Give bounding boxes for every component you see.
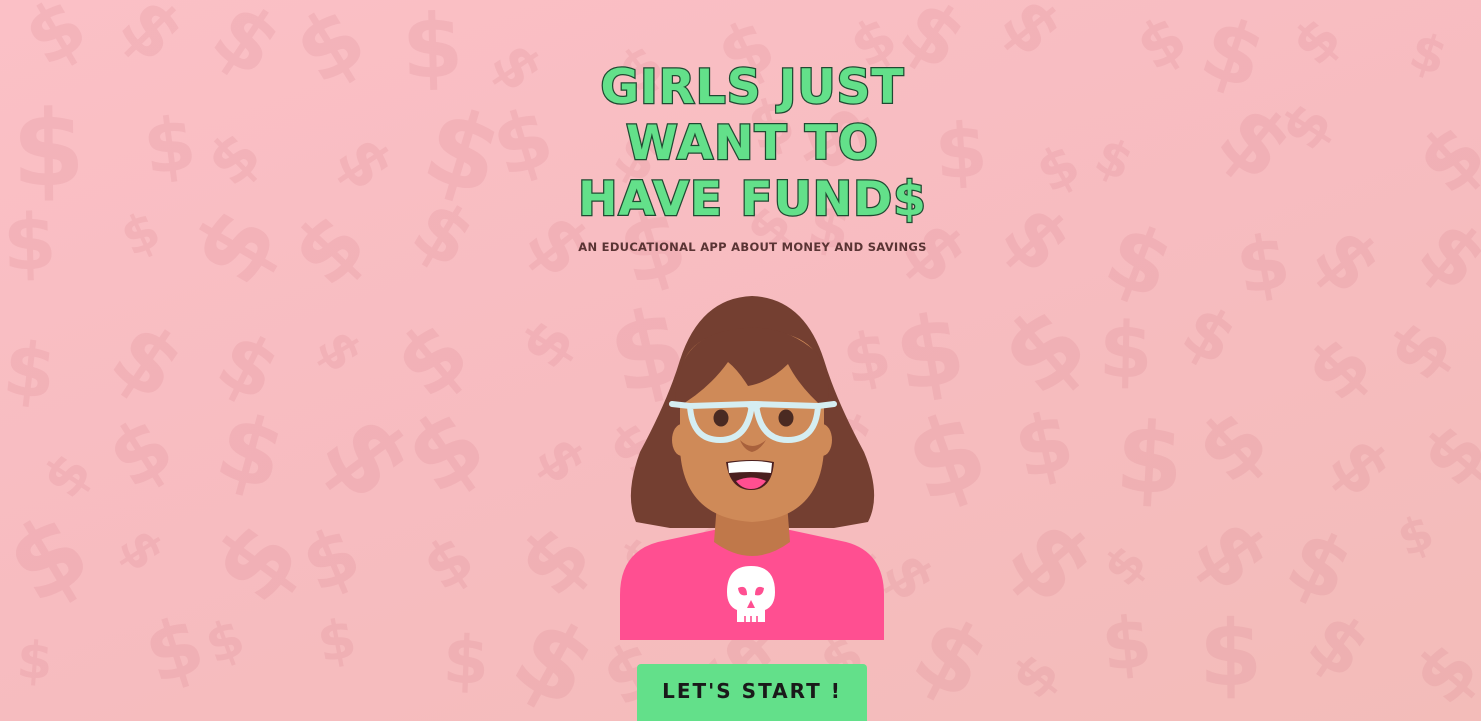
left-eye [713,409,729,427]
dollar-sign-icon: $ [277,0,383,105]
dollar-sign-icon: $ [10,0,102,85]
dollar-sign-icon: $ [999,641,1073,711]
dollar-sign-icon: $ [1190,0,1277,109]
dollar-sign-icon: $ [304,320,374,382]
girl-avatar-illustration [620,296,884,640]
dollar-sign-icon: $ [299,393,437,521]
dollar-sign-icon: $ [495,593,614,721]
dollar-sign-icon: $ [1112,400,1187,518]
dollar-sign-icon: $ [1174,502,1290,609]
page-title: GIRLS JUST WANT TO HAVE FUND$ [540,59,965,229]
dollar-sign-icon: $ [869,542,949,612]
dollar-sign-icon: $ [1370,305,1469,395]
title-line-1: GIRLS JUST [599,59,905,117]
dollar-sign-icon: $ [1229,216,1297,313]
title-line-3: HAVE FUND$ [577,171,927,229]
dollar-sign-icon: $ [195,0,298,96]
dollar-sign-icon: $ [886,291,973,415]
dollar-sign-icon: $ [984,187,1090,291]
dollar-sign-icon: $ [1198,601,1263,707]
dollar-sign-icon: $ [0,489,109,627]
dollar-sign-icon: $ [112,200,170,269]
title-line-2: WANT TO [625,115,879,173]
dollar-sign-icon: $ [106,519,175,582]
dollar-sign-icon: $ [11,87,86,211]
dollar-sign-icon: $ [1279,5,1355,78]
dollar-sign-icon: $ [1288,319,1390,418]
dollar-sign-icon: $ [321,124,408,204]
dollar-sign-icon: $ [192,117,275,201]
right-eye [778,409,794,427]
dollar-sign-icon: $ [1390,504,1442,569]
dollar-sign-icon: $ [1272,509,1367,622]
dollar-sign-icon: $ [29,441,104,509]
dollar-sign-icon: $ [1026,130,1091,206]
dollar-sign-icon: $ [499,506,611,615]
dollar-sign-icon: $ [441,621,491,700]
dollar-sign-icon: $ [409,520,487,605]
dollar-sign-icon: $ [1266,90,1346,162]
dollar-sign-icon: $ [1402,201,1481,309]
dollar-sign-icon: $ [896,594,1005,721]
dollar-sign-icon: $ [506,307,589,381]
dollar-sign-icon: $ [400,0,465,100]
dollar-sign-icon: $ [1124,0,1200,86]
teeth [728,461,772,473]
dollar-sign-icon: $ [273,193,387,305]
dollar-sign-icon: $ [134,597,215,703]
dollar-sign-icon: $ [289,508,372,610]
dollar-sign-icon: $ [103,0,201,79]
dollar-sign-icon: $ [171,189,300,303]
dollar-sign-icon: $ [139,100,202,193]
dollar-sign-icon: $ [411,83,515,220]
dollar-sign-icon: $ [985,0,1078,72]
dollar-sign-icon: $ [1295,211,1399,311]
dollar-sign-icon: $ [1399,105,1481,212]
dollar-sign-icon: $ [203,314,293,420]
dollar-sign-icon: $ [1170,289,1250,381]
dollar-sign-icon: $ [1397,626,1481,720]
dollar-sign-icon: $ [891,387,1002,527]
lets-start-button[interactable]: LET'S START ! [637,664,867,721]
dollar-sign-icon: $ [522,426,599,496]
dollar-sign-icon: $ [206,393,296,512]
dollar-sign-icon: $ [0,325,61,418]
dollar-sign-icon: $ [1098,305,1154,397]
dollar-sign-icon: $ [1293,595,1385,696]
dollar-sign-icon: $ [398,182,490,286]
dollar-sign-icon: $ [385,386,505,517]
dollar-sign-icon: $ [93,301,202,420]
dollar-sign-icon: $ [985,499,1117,626]
dollar-sign-icon: $ [1313,422,1408,512]
dollar-sign-icon: $ [1177,390,1288,503]
dollar-sign-icon: $ [312,605,361,675]
dollar-sign-icon: $ [1092,202,1187,320]
dollar-sign-icon: $ [15,631,55,693]
dollar-sign-icon: $ [1199,83,1312,201]
dollar-sign-icon: $ [1405,407,1481,503]
dollar-sign-icon: $ [376,300,488,418]
dollar-sign-icon: $ [1,198,58,290]
dollar-sign-icon: $ [191,501,322,623]
dollar-sign-icon: $ [1005,393,1083,498]
page-subtitle: AN EDUCATIONAL APP ABOUT MONEY AND SAVIN… [578,240,927,254]
dollar-sign-icon: $ [1097,599,1156,688]
dollar-sign-icon: $ [978,282,1109,418]
dollar-sign-icon: $ [1091,534,1158,597]
dollar-sign-icon: $ [197,607,253,677]
dollar-sign-icon: $ [1402,21,1454,88]
dollar-sign-icon: $ [1086,126,1141,193]
dollar-sign-icon: $ [92,398,189,507]
